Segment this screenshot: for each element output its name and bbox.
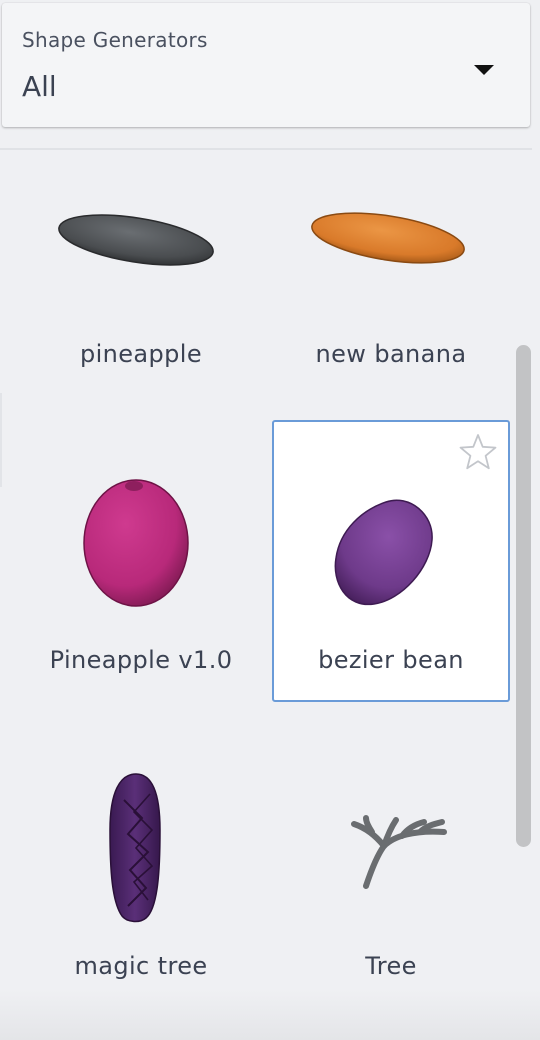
shape-generators-dropdown[interactable]: Shape Generators All xyxy=(2,3,530,127)
dropdown-label: Shape Generators xyxy=(22,28,208,52)
generator-tile-tree[interactable]: Tree xyxy=(272,728,510,1010)
generator-thumbnail xyxy=(24,730,258,952)
scrollbar-thumb[interactable] xyxy=(516,345,531,847)
generator-thumbnail xyxy=(24,424,258,646)
star-outline-icon[interactable] xyxy=(458,432,498,472)
generator-name: bezier bean xyxy=(318,646,464,674)
generator-tile-pineapple[interactable]: pineapple xyxy=(22,160,260,442)
divider xyxy=(0,148,532,150)
generator-tile-magic-tree[interactable]: magic tree xyxy=(22,728,260,1010)
bottom-fade xyxy=(0,990,540,1040)
generator-name: new banana xyxy=(315,340,467,368)
generator-name: pineapple xyxy=(79,340,203,368)
panel-edge xyxy=(0,393,2,487)
generator-name: Tree xyxy=(365,952,417,980)
generator-name: magic tree xyxy=(74,952,208,980)
generator-name: Pineapple v1.0 xyxy=(49,646,233,674)
generator-tile-bezier-bean[interactable]: bezier bean xyxy=(272,420,510,702)
generator-tile-pineapple-v1[interactable]: Pineapple v1.0 xyxy=(22,422,260,704)
generator-thumbnail xyxy=(274,730,508,952)
caret-down-icon xyxy=(474,65,494,75)
generator-tile-new-banana[interactable]: new banana xyxy=(272,160,510,442)
dropdown-selected-value: All xyxy=(22,70,57,103)
